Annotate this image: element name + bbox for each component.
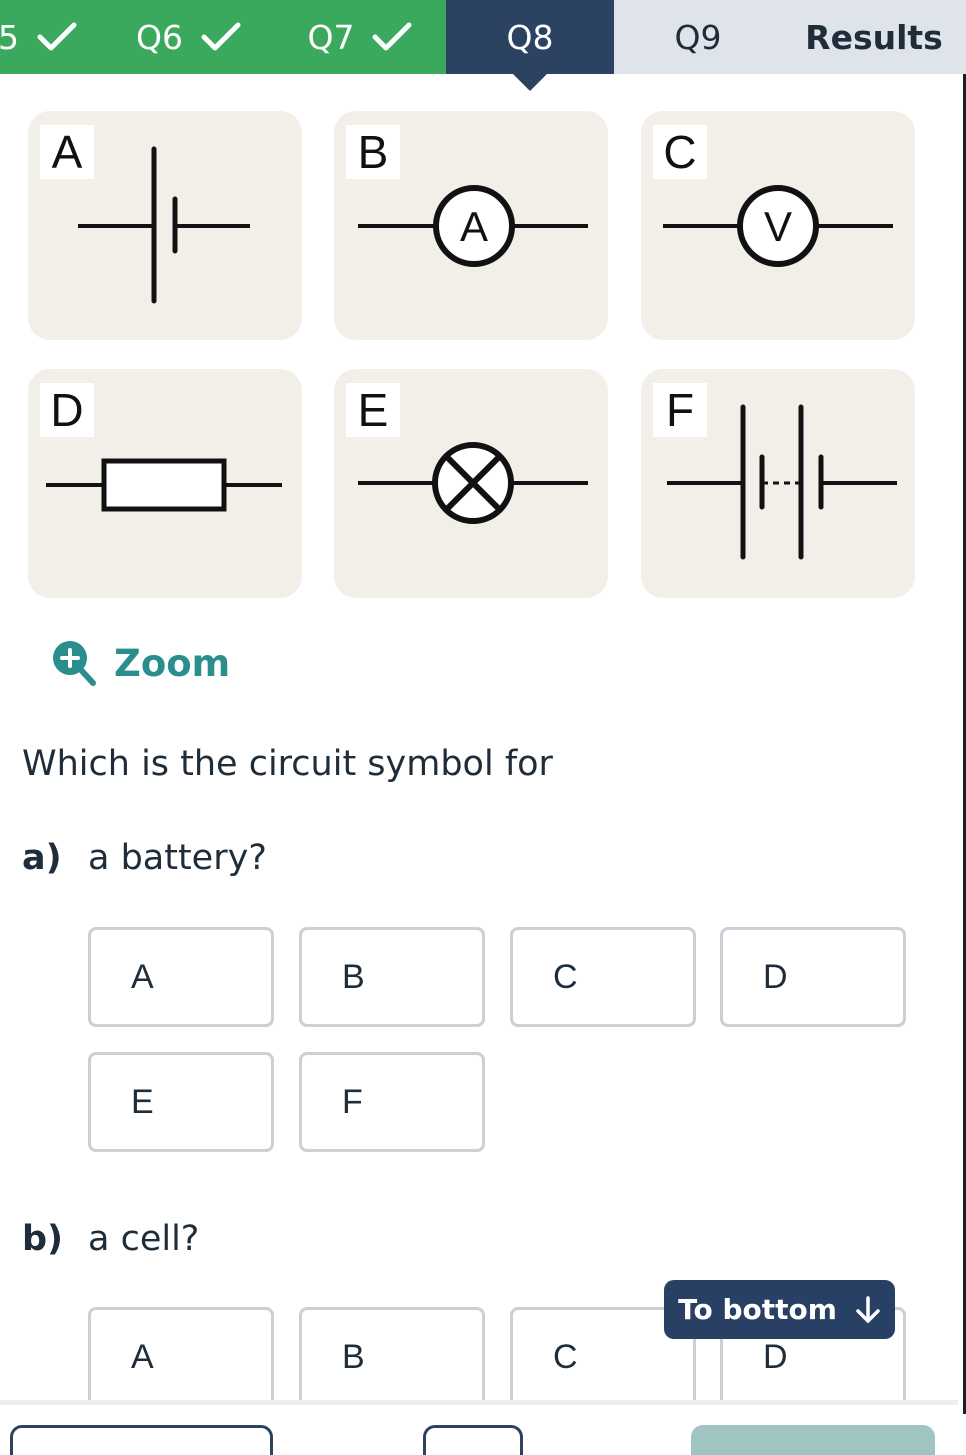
symbol-letter: D — [40, 383, 94, 437]
answer-a-option-a[interactable]: A — [88, 927, 274, 1027]
to-bottom-button[interactable]: To bottom — [664, 1280, 895, 1339]
question-nav-tabs: 5 Q6 Q7 Q8 Q9 Results — [0, 0, 966, 74]
answer-b-option-b[interactable]: B — [299, 1307, 485, 1403]
answer-a-option-c[interactable]: C — [510, 927, 696, 1027]
checkmark-icon — [372, 22, 412, 51]
checkmark-icon — [201, 22, 241, 51]
symbol-letter: A — [40, 125, 94, 179]
tab-label: Results — [805, 17, 943, 57]
part-b-label: b) a cell? — [22, 1219, 199, 1259]
part-text: a battery? — [88, 838, 267, 878]
tab-q9[interactable]: Q9 — [614, 0, 782, 74]
tab-label: Q8 — [506, 17, 554, 57]
part-a-label: a) a battery? — [22, 838, 267, 878]
symbol-letter: B — [346, 125, 400, 179]
symbol-card-c: V C — [641, 111, 915, 340]
voltmeter-letter: V — [763, 203, 792, 250]
zoom-in-icon — [53, 641, 96, 686]
footer-back-button[interactable] — [10, 1425, 273, 1455]
tab-results[interactable]: Results — [782, 0, 966, 74]
symbol-letter: C — [653, 125, 707, 179]
tab-label: Q6 — [136, 17, 183, 57]
tab-label: 5 — [0, 17, 19, 57]
zoom-button[interactable]: Zoom — [52, 640, 230, 686]
answer-a-option-e[interactable]: E — [88, 1052, 274, 1152]
tab-label: Q9 — [674, 17, 722, 57]
answer-b-option-a[interactable]: A — [88, 1307, 274, 1403]
symbol-card-f: F — [641, 369, 915, 598]
symbol-card-b: A B — [334, 111, 608, 340]
active-tab-pointer — [512, 73, 548, 91]
footer-divider — [0, 1400, 958, 1405]
tab-label: Q7 — [307, 17, 355, 57]
part-text: a cell? — [88, 1219, 200, 1259]
symbol-letter: E — [346, 383, 400, 437]
arrow-down-icon — [856, 1295, 880, 1323]
to-bottom-label: To bottom — [678, 1293, 837, 1326]
footer-next-button[interactable] — [691, 1425, 935, 1455]
tab-q6[interactable]: Q6 — [103, 0, 274, 74]
tab-q8[interactable]: Q8 — [446, 0, 614, 74]
part-number: a) — [22, 838, 62, 878]
answer-a-option-b[interactable]: B — [299, 927, 485, 1027]
symbol-card-d: D — [28, 369, 302, 598]
answer-a-option-d[interactable]: D — [720, 927, 906, 1027]
symbol-card-a: A — [28, 111, 302, 340]
zoom-label: Zoom — [114, 641, 231, 685]
question-prompt: Which is the circuit symbol for — [22, 744, 553, 784]
ammeter-letter: A — [459, 203, 488, 250]
checkmark-icon — [37, 22, 77, 51]
answer-a-option-f[interactable]: F — [299, 1052, 485, 1152]
tab-q5[interactable]: 5 — [0, 0, 103, 74]
footer-middle-button[interactable] — [423, 1425, 523, 1455]
tab-q7[interactable]: Q7 — [274, 0, 446, 74]
symbol-letter: F — [653, 383, 707, 437]
part-number: b) — [22, 1219, 64, 1259]
symbol-card-e: E — [334, 369, 608, 598]
